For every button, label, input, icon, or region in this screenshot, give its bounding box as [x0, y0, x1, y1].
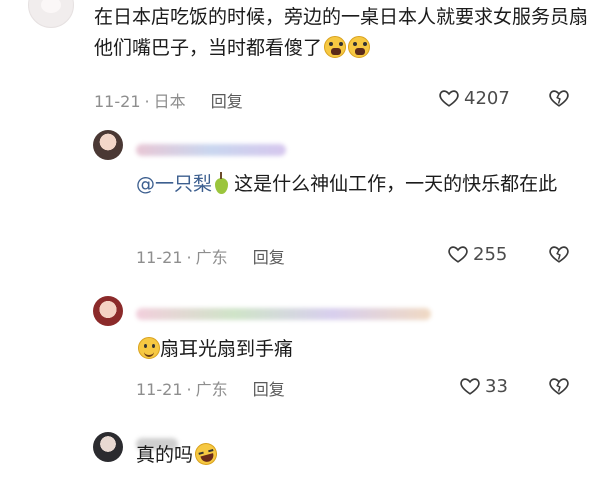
- reply-text: 扇耳光扇到手痛: [136, 334, 293, 365]
- heart-icon: [448, 246, 468, 263]
- mention-link[interactable]: @一只梨: [136, 173, 212, 195]
- meta-separator: ·: [186, 380, 192, 399]
- reply-avatar[interactable]: [93, 130, 123, 160]
- reply-button[interactable]: 回复: [253, 380, 285, 399]
- reply-button[interactable]: 回复: [211, 92, 243, 111]
- reply-date: 11-21: [136, 380, 183, 399]
- username-blurred[interactable]: [136, 308, 431, 320]
- like-button[interactable]: 255: [447, 243, 507, 265]
- reply-avatar[interactable]: [93, 296, 123, 326]
- meta-separator: ·: [144, 92, 150, 111]
- comment-text: 在日本店吃饭的时候，旁边的一桌日本人就要求女服务员扇他们嘴巴子，当时都看傻了: [94, 6, 589, 59]
- reply-location: 广东: [195, 380, 228, 399]
- reply-avatar[interactable]: [93, 432, 123, 462]
- like-count: 33: [485, 375, 508, 397]
- like-count: 255: [473, 243, 508, 265]
- username-blurred[interactable]: [136, 144, 286, 156]
- reply-date: 11-21: [136, 248, 183, 267]
- scared-face-icon: [348, 36, 371, 58]
- comment-location: 日本: [153, 92, 186, 111]
- reply-button[interactable]: 回复: [253, 248, 285, 267]
- scared-face-icon: [324, 36, 347, 58]
- pear-icon: [214, 172, 229, 194]
- heart-icon: [460, 378, 480, 395]
- comment-meta: 11-21 · 日本 回复: [94, 88, 243, 112]
- like-count: 4207: [464, 87, 510, 109]
- commenter-avatar[interactable]: [28, 0, 74, 28]
- smiling-face-icon: [138, 337, 160, 359]
- reply-text: @一只梨 这是什么神仙工作，一天的快乐都在此: [136, 172, 558, 195]
- reply-meta: 11-21 · 广东 回复: [136, 244, 285, 268]
- heart-icon: [439, 90, 459, 107]
- like-button[interactable]: 4207: [438, 87, 510, 109]
- dislike-icon[interactable]: [548, 87, 570, 109]
- meta-separator: ·: [186, 248, 192, 267]
- dislike-icon[interactable]: [548, 375, 570, 397]
- dislike-icon[interactable]: [548, 243, 570, 265]
- like-button[interactable]: 33: [459, 375, 508, 397]
- reply-text: 真的吗: [136, 440, 220, 471]
- comment-date: 11-21: [94, 92, 141, 111]
- reply-location: 广东: [195, 248, 228, 267]
- reply-meta: 11-21 · 广东 回复: [136, 376, 285, 400]
- laughing-face-icon: [192, 440, 220, 468]
